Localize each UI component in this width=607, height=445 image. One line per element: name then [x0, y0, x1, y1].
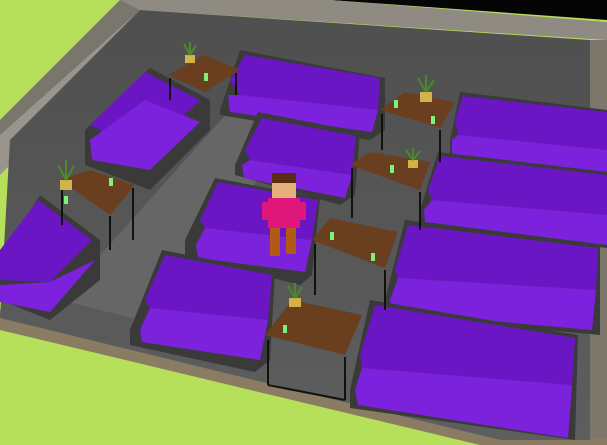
game-viewport[interactable] [0, 0, 607, 445]
